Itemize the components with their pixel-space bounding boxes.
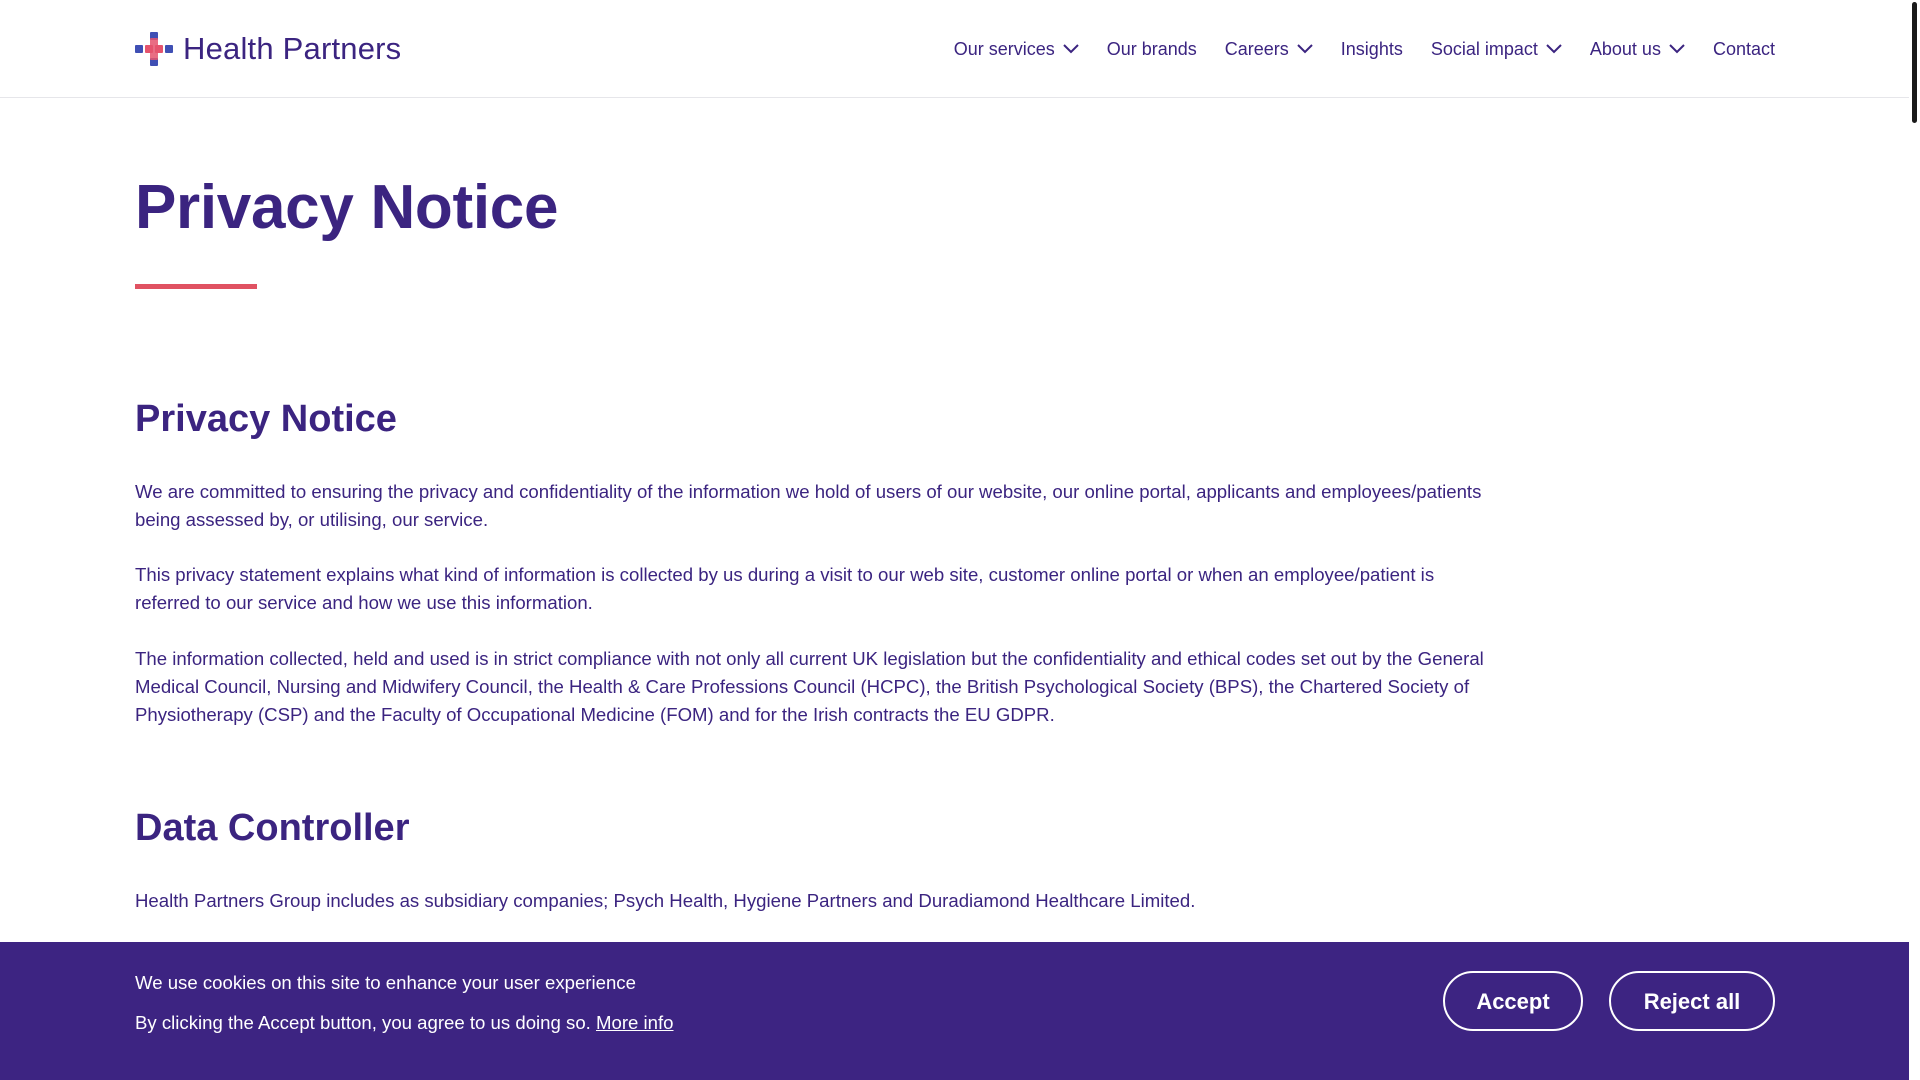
nav-item-contact[interactable]: Contact — [1713, 39, 1775, 60]
accept-cookies-button[interactable]: Accept — [1443, 971, 1583, 1031]
nav-item-our-brands[interactable]: Our brands — [1107, 39, 1197, 60]
nav-item-label: Insights — [1340, 38, 1403, 59]
page-scrollbar[interactable] — [1909, 0, 1920, 1080]
scrollbar-thumb[interactable] — [1912, 2, 1917, 123]
cookie-banner: We use cookies on this site to enhance y… — [0, 942, 1909, 1080]
paragraph: Health Partners Group includes as subsid… — [135, 890, 1196, 911]
nav-item-label: Our services — [953, 38, 1055, 59]
nav-item-about-us[interactable]: About us — [1590, 39, 1685, 60]
chevron-down-icon — [1669, 44, 1685, 54]
nav-item-our-services[interactable]: Our services — [954, 39, 1079, 60]
title-underline-divider — [135, 284, 257, 289]
health-partners-logo-icon — [135, 32, 173, 66]
more-info-link[interactable]: More info — [596, 1012, 674, 1033]
nav-item-label: Social impact — [1430, 38, 1538, 59]
paragraph: This privacy statement explains what kin… — [135, 564, 1435, 613]
cookie-consent-text: By clicking the Accept button, you agree… — [135, 1012, 674, 1034]
page: Health Partners Our services Our brands … — [0, 0, 1920, 1080]
nav-item-insights[interactable]: Insights — [1341, 39, 1403, 60]
chevron-down-icon — [1063, 44, 1079, 54]
chevron-down-icon — [1546, 44, 1562, 54]
section-heading-privacy-notice: Privacy Notice — [135, 398, 397, 440]
cookie-message: We use cookies on this site to enhance y… — [135, 972, 636, 993]
cookie-consent-message: By clicking the Accept button, you agree… — [135, 1012, 596, 1033]
logo-link[interactable]: Health Partners — [135, 31, 401, 67]
logo-text: Health Partners — [183, 31, 402, 66]
page-title: Privacy Notice — [135, 173, 559, 242]
nav-item-careers[interactable]: Careers — [1225, 39, 1313, 60]
chevron-down-icon — [1297, 44, 1313, 54]
main-nav: Our services Our brands Careers Insights… — [926, 0, 1775, 98]
paragraph: We are committed to ensuring the privacy… — [135, 481, 1482, 530]
site-header: Health Partners Our services Our brands … — [0, 0, 1909, 98]
paragraph: The information collected, held and used… — [135, 648, 1484, 725]
nav-item-label: Contact — [1712, 38, 1775, 59]
nav-item-social-impact[interactable]: Social impact — [1431, 39, 1562, 60]
nav-item-label: Our brands — [1106, 38, 1197, 59]
section-heading-data-controller: Data Controller — [135, 807, 410, 849]
nav-item-label: About us — [1589, 38, 1661, 59]
reject-all-cookies-button[interactable]: Reject all — [1609, 971, 1775, 1031]
nav-item-label: Careers — [1224, 38, 1289, 59]
